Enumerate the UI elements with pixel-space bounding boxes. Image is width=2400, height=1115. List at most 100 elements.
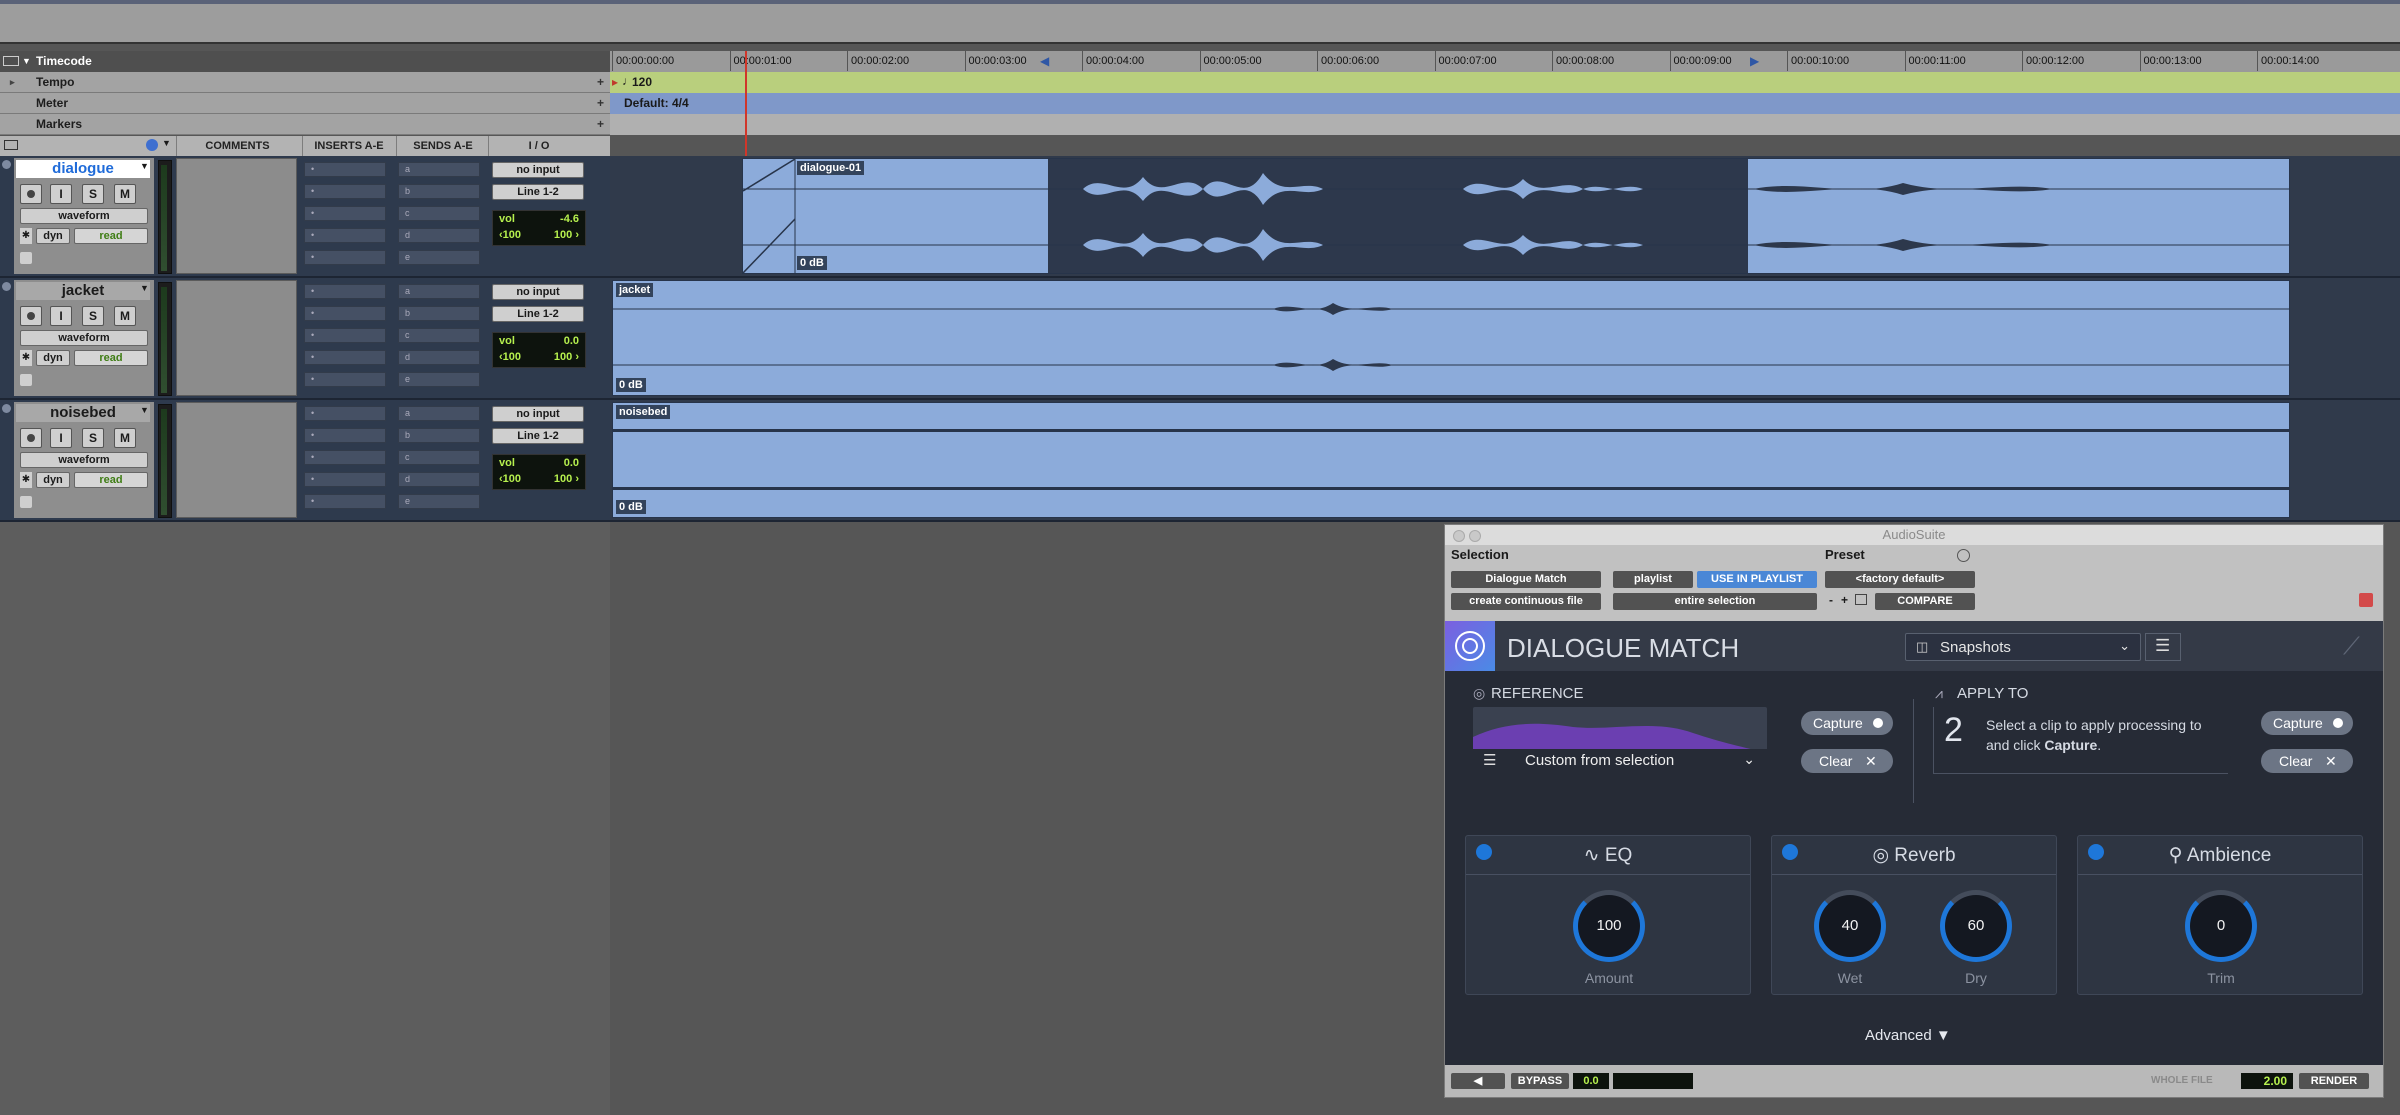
track-dyn-button[interactable]: dyn [36,228,70,244]
compare-button[interactable]: COMPARE [1875,593,1975,610]
track-view-selector[interactable]: waveform [20,330,148,346]
volume-pan-display[interactable]: vol 0.0 ‹100 100 › [492,332,586,368]
whole-file-label[interactable]: WHOLE FILE [2151,1075,2213,1086]
track-name[interactable]: noisebed [16,404,150,422]
timecode-ruler[interactable]: ▼ Timecode 00:00:00:00 00:00:01:00 00:00:0… [0,51,2400,72]
ruler-menu-icon[interactable] [3,56,19,66]
insert-slot[interactable]: • [304,472,386,487]
track-button-i[interactable]: I [50,306,72,326]
track-button-s[interactable]: S [82,184,104,204]
track-button-i[interactable]: I [50,184,72,204]
output-selector[interactable]: Line 1-2 [492,184,584,200]
audio-clip-dialogue[interactable]: dialogue-01 0 dB [742,158,2290,274]
track-button-m[interactable]: M [114,306,136,326]
insert-slot[interactable]: • [304,228,386,243]
track-options-icon[interactable] [2,404,11,413]
send-slot[interactable]: d [398,350,480,365]
advanced-toggle[interactable]: Advanced ▼ [1865,1027,1951,1044]
input-selector[interactable]: no input [492,162,584,178]
track-name[interactable]: dialogue [16,160,150,178]
automation-icon[interactable]: ✱ [20,228,32,244]
insert-slot[interactable]: • [304,284,386,299]
send-slot[interactable]: b [398,306,480,321]
audio-clip-noisebed[interactable]: noisebed 0 dB [612,402,2290,518]
output-selector[interactable]: Line 1-2 [492,306,584,322]
preset-options-icon[interactable] [1957,549,1970,562]
selection-start-marker-icon[interactable]: ◀ [1040,54,1049,68]
target-icon[interactable] [2359,593,2373,607]
playhead-line[interactable] [745,51,747,156]
tempo-lane[interactable]: ▸ ♩ 120 [610,72,2400,93]
tempo-marker-icon[interactable]: ▸ [612,75,618,89]
track-input-monitor-icon[interactable] [20,496,32,508]
track-input-monitor-icon[interactable] [20,252,32,264]
apply-capture-button[interactable]: Capture [2261,711,2353,735]
volume-pan-display[interactable]: vol -4.6 ‹100 100 › [492,210,586,246]
playlist-selector[interactable]: playlist [1613,571,1693,588]
send-slot[interactable]: e [398,372,480,387]
send-slot[interactable]: e [398,494,480,509]
handle-length-value[interactable]: 2.00 [2241,1073,2293,1089]
send-slot[interactable]: d [398,472,480,487]
track-comments[interactable] [176,158,297,274]
chevron-down-icon[interactable]: ▼ [140,405,149,415]
track-lane-dialogue[interactable]: dialogue-01 0 dB [610,156,2400,278]
automation-mode-selector[interactable]: read [74,472,148,488]
input-selector[interactable]: no input [492,284,584,300]
view-selector-icon[interactable] [146,139,158,151]
automation-mode-selector[interactable]: read [74,228,148,244]
use-in-playlist-button[interactable]: USE IN PLAYLIST [1697,571,1817,588]
track-dyn-button[interactable]: dyn [36,350,70,366]
reference-clear-button[interactable]: Clear ✕ [1801,749,1893,773]
track-view-selector[interactable]: waveform [20,208,148,224]
insert-slot[interactable]: • [304,494,386,509]
tempo-ruler-label[interactable]: ▸ Tempo + [0,72,610,93]
input-selector[interactable]: no input [492,406,584,422]
insert-slot[interactable]: • [304,372,386,387]
chevron-down-icon[interactable]: ▼ [162,138,171,148]
bypass-button[interactable]: BYPASS [1511,1073,1569,1089]
insert-slot[interactable]: • [304,350,386,365]
track-list-icon[interactable] [4,140,18,150]
menu-button[interactable]: ☰ [2145,633,2181,661]
minimize-icon[interactable] [1469,530,1481,542]
send-slot[interactable]: b [398,184,480,199]
markers-ruler-label[interactable]: Markers + [0,114,610,135]
track-button-m[interactable]: M [114,428,136,448]
preset-copy-icon[interactable] [1855,594,1867,605]
track-input-monitor-icon[interactable] [20,374,32,386]
automation-mode-selector[interactable]: read [74,350,148,366]
automation-icon[interactable]: ✱ [20,350,32,366]
send-slot[interactable]: a [398,406,480,421]
render-button[interactable]: RENDER [2299,1073,2369,1089]
clip-gain[interactable]: 0 dB [616,378,646,392]
preset-plus-button[interactable]: + [1841,593,1848,607]
send-slot[interactable]: c [398,450,480,465]
add-marker-icon[interactable]: + [597,114,604,135]
track-dyn-button[interactable]: dyn [36,472,70,488]
send-slot[interactable]: a [398,284,480,299]
send-slot[interactable]: b [398,428,480,443]
audiosuite-titlebar[interactable]: AudioSuite [1445,525,2383,545]
preview-button[interactable]: ◀ [1451,1073,1505,1089]
track-view-selector[interactable]: waveform [20,452,148,468]
preset-selector[interactable]: <factory default> [1825,571,1975,588]
process-mode-selector[interactable]: entire selection [1613,593,1817,610]
close-icon[interactable] [1453,530,1465,542]
insert-slot[interactable]: • [304,328,386,343]
insert-slot[interactable]: • [304,184,386,199]
record-enable-button[interactable] [20,184,42,204]
volume-pan-display[interactable]: vol 0.0 ‹100 100 › [492,454,586,490]
insert-slot[interactable]: • [304,250,386,265]
track-lane-noisebed[interactable]: noisebed 0 dB [610,400,2400,522]
wet-knob[interactable]: 40 [1814,890,1886,962]
add-tempo-icon[interactable]: + [597,72,604,93]
record-enable-button[interactable] [20,428,42,448]
insert-slot[interactable]: • [304,406,386,421]
send-slot[interactable]: a [398,162,480,177]
send-slot[interactable]: d [398,228,480,243]
chevron-down-icon[interactable]: ▼ [140,161,149,171]
file-mode-selector[interactable]: create continuous file [1451,593,1601,610]
amount-knob[interactable]: 100 [1573,890,1645,962]
track-comments[interactable] [176,280,297,396]
